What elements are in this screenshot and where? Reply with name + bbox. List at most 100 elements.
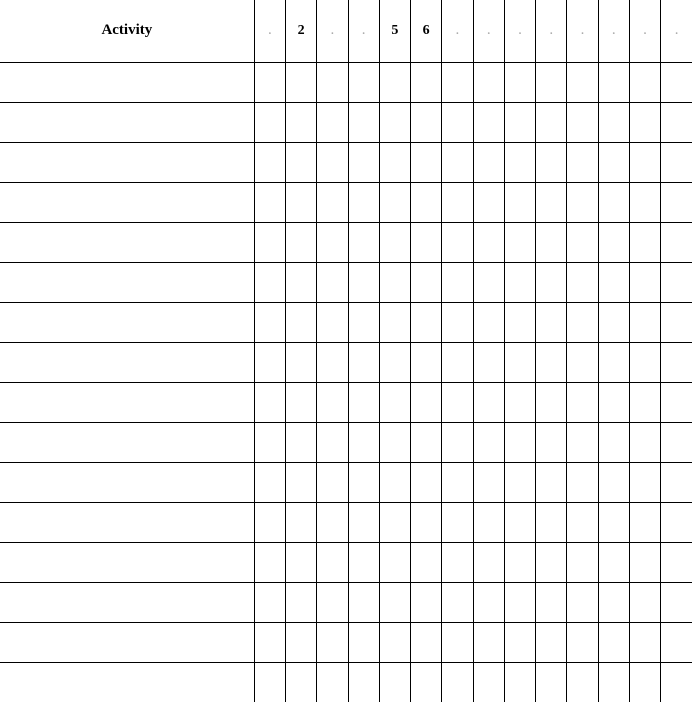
grid-cell[interactable]	[348, 142, 379, 182]
grid-cell[interactable]	[629, 382, 660, 422]
grid-cell[interactable]	[661, 542, 692, 582]
grid-cell[interactable]	[379, 262, 410, 302]
grid-cell[interactable]	[661, 62, 692, 102]
grid-cell[interactable]	[348, 62, 379, 102]
grid-cell[interactable]	[442, 222, 473, 262]
grid-cell[interactable]	[504, 342, 535, 382]
grid-cell[interactable]	[661, 342, 692, 382]
grid-cell[interactable]	[442, 422, 473, 462]
grid-cell[interactable]	[473, 382, 504, 422]
grid-cell[interactable]	[379, 542, 410, 582]
activity-cell[interactable]	[0, 622, 254, 662]
grid-cell[interactable]	[317, 182, 348, 222]
grid-cell[interactable]	[411, 662, 442, 702]
grid-cell[interactable]	[285, 382, 316, 422]
grid-cell[interactable]	[285, 342, 316, 382]
grid-cell[interactable]	[598, 142, 629, 182]
grid-cell[interactable]	[473, 622, 504, 662]
grid-cell[interactable]	[442, 182, 473, 222]
grid-cell[interactable]	[254, 142, 285, 182]
grid-cell[interactable]	[442, 342, 473, 382]
grid-cell[interactable]	[473, 582, 504, 622]
grid-cell[interactable]	[411, 182, 442, 222]
grid-cell[interactable]	[317, 422, 348, 462]
grid-cell[interactable]	[629, 302, 660, 342]
grid-cell[interactable]	[348, 662, 379, 702]
grid-cell[interactable]	[285, 422, 316, 462]
grid-cell[interactable]	[348, 542, 379, 582]
grid-cell[interactable]	[442, 542, 473, 582]
grid-cell[interactable]	[254, 222, 285, 262]
activity-cell[interactable]	[0, 462, 254, 502]
grid-cell[interactable]	[536, 462, 567, 502]
grid-cell[interactable]	[629, 622, 660, 662]
grid-cell[interactable]	[536, 222, 567, 262]
grid-cell[interactable]	[473, 142, 504, 182]
grid-cell[interactable]	[317, 502, 348, 542]
grid-cell[interactable]	[411, 102, 442, 142]
grid-cell[interactable]	[598, 462, 629, 502]
grid-cell[interactable]	[348, 382, 379, 422]
grid-cell[interactable]	[442, 662, 473, 702]
grid-cell[interactable]	[317, 582, 348, 622]
grid-cell[interactable]	[567, 222, 598, 262]
grid-cell[interactable]	[504, 462, 535, 502]
activity-cell[interactable]	[0, 102, 254, 142]
activity-cell[interactable]	[0, 222, 254, 262]
grid-cell[interactable]	[442, 382, 473, 422]
grid-cell[interactable]	[442, 102, 473, 142]
grid-cell[interactable]	[567, 542, 598, 582]
grid-cell[interactable]	[317, 662, 348, 702]
grid-cell[interactable]	[285, 182, 316, 222]
grid-cell[interactable]	[598, 262, 629, 302]
activity-cell[interactable]	[0, 382, 254, 422]
grid-cell[interactable]	[348, 582, 379, 622]
grid-cell[interactable]	[285, 302, 316, 342]
grid-cell[interactable]	[536, 542, 567, 582]
grid-cell[interactable]	[379, 662, 410, 702]
grid-cell[interactable]	[567, 342, 598, 382]
grid-cell[interactable]	[348, 182, 379, 222]
grid-cell[interactable]	[504, 382, 535, 422]
grid-cell[interactable]	[473, 262, 504, 302]
grid-cell[interactable]	[598, 662, 629, 702]
grid-cell[interactable]	[661, 622, 692, 662]
grid-cell[interactable]	[411, 462, 442, 502]
activity-cell[interactable]	[0, 262, 254, 302]
grid-cell[interactable]	[504, 622, 535, 662]
grid-cell[interactable]	[285, 62, 316, 102]
grid-cell[interactable]	[536, 582, 567, 622]
grid-cell[interactable]	[567, 262, 598, 302]
grid-cell[interactable]	[536, 142, 567, 182]
grid-cell[interactable]	[598, 502, 629, 542]
grid-cell[interactable]	[254, 382, 285, 422]
grid-cell[interactable]	[317, 382, 348, 422]
grid-cell[interactable]	[285, 262, 316, 302]
grid-cell[interactable]	[536, 262, 567, 302]
grid-cell[interactable]	[629, 542, 660, 582]
grid-cell[interactable]	[254, 502, 285, 542]
grid-cell[interactable]	[411, 262, 442, 302]
grid-cell[interactable]	[567, 302, 598, 342]
grid-cell[interactable]	[379, 342, 410, 382]
grid-cell[interactable]	[379, 462, 410, 502]
grid-cell[interactable]	[411, 502, 442, 542]
grid-cell[interactable]	[536, 342, 567, 382]
grid-cell[interactable]	[661, 142, 692, 182]
grid-cell[interactable]	[379, 222, 410, 262]
grid-cell[interactable]	[598, 542, 629, 582]
grid-cell[interactable]	[629, 222, 660, 262]
grid-cell[interactable]	[411, 382, 442, 422]
grid-cell[interactable]	[473, 62, 504, 102]
grid-cell[interactable]	[473, 462, 504, 502]
grid-cell[interactable]	[567, 62, 598, 102]
grid-cell[interactable]	[598, 62, 629, 102]
grid-cell[interactable]	[379, 582, 410, 622]
grid-cell[interactable]	[473, 102, 504, 142]
activity-cell[interactable]	[0, 142, 254, 182]
grid-cell[interactable]	[567, 102, 598, 142]
grid-cell[interactable]	[598, 382, 629, 422]
grid-cell[interactable]	[379, 142, 410, 182]
grid-cell[interactable]	[442, 622, 473, 662]
grid-cell[interactable]	[379, 422, 410, 462]
